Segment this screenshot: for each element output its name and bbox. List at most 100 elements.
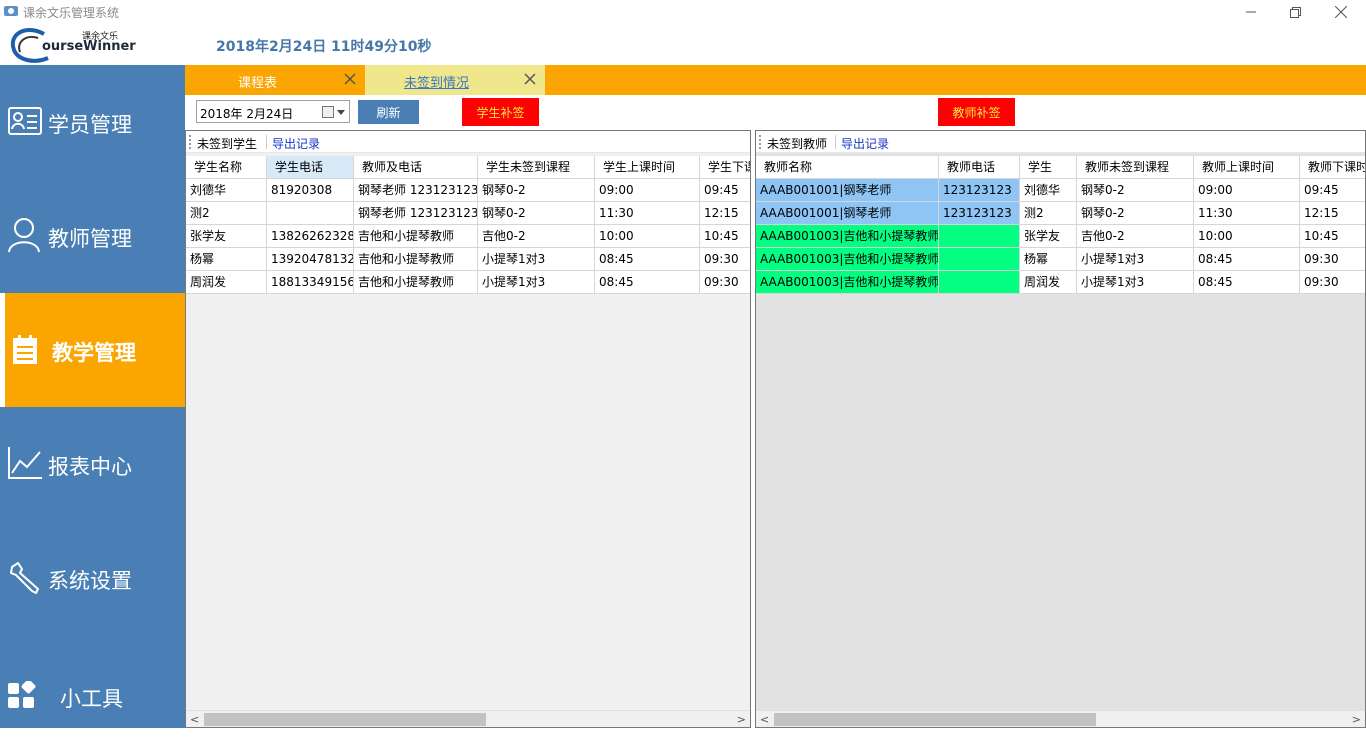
cell-end-time: 09:30 xyxy=(1300,271,1365,294)
table-row[interactable]: 杨幂 13920478132 吉他和小提琴教师 小提琴1对3 08:45 09:… xyxy=(186,248,750,271)
table-row[interactable]: AAAB001003|吉他和小提琴教师 周润发 小提琴1对3 08:45 09:… xyxy=(756,271,1365,294)
panel-toolbar: 未签到学生 导出记录 xyxy=(186,131,750,153)
student-signin-button[interactable]: 学生补签 xyxy=(462,98,539,126)
cell-start-time: 08:45 xyxy=(595,271,700,294)
cell-teacher: 吉他和小提琴教师 xyxy=(354,225,478,248)
cell-end-time: 09:45 xyxy=(1300,179,1365,202)
table-row[interactable]: AAAB001001|钢琴老师 123123123 测2 钢琴0-2 11:30… xyxy=(756,202,1365,225)
horizontal-scrollbar[interactable]: < > xyxy=(756,710,1365,727)
cell-teacher-name: AAAB001001|钢琴老师 xyxy=(756,179,939,202)
sidebar-item-label: 报表中心 xyxy=(48,455,132,479)
cell-teacher-phone xyxy=(939,248,1020,271)
cell-end-time: 12:15 xyxy=(700,202,750,225)
cell-end-time: 12:15 xyxy=(1300,202,1365,225)
column-header[interactable]: 教师上课时间 xyxy=(1194,156,1300,179)
cell-teacher-phone: 123123123 xyxy=(939,179,1020,202)
tab-schedule[interactable]: 课程表 xyxy=(185,65,365,95)
column-header[interactable]: 教师及电话 xyxy=(354,156,478,179)
cell-teacher: 钢琴老师 123123123 xyxy=(354,202,478,225)
column-header[interactable]: 教师名称 xyxy=(756,156,939,179)
id-card-icon xyxy=(8,107,42,135)
cell-student-name: 张学友 xyxy=(186,225,267,248)
column-header[interactable]: 学生下课 xyxy=(700,156,750,179)
date-picker[interactable]: 2018年 2月24日 xyxy=(196,100,350,123)
cell-teacher-name: AAAB001003|吉他和小提琴教师 xyxy=(756,248,939,271)
cell-teacher-name: AAAB001003|吉他和小提琴教师 xyxy=(756,271,939,294)
table-row[interactable]: 张学友 13826262328 吉他和小提琴教师 吉他0-2 10:00 10:… xyxy=(186,225,750,248)
clipboard-icon xyxy=(13,335,37,364)
column-header[interactable]: 学生未签到课程 xyxy=(478,156,595,179)
panel-title: 未签到教师 xyxy=(767,137,828,151)
cell-student: 杨幂 xyxy=(1020,248,1077,271)
sidebar-item-students[interactable]: 学员管理 xyxy=(0,65,185,179)
column-header[interactable]: 学生上课时间 xyxy=(595,156,700,179)
minimize-icon xyxy=(1246,11,1256,13)
cell-end-time: 09:45 xyxy=(700,179,750,202)
cell-student-name: 刘德华 xyxy=(186,179,267,202)
table-row[interactable]: 周润发 18813349156 吉他和小提琴教师 小提琴1对3 08:45 09… xyxy=(186,271,750,294)
table-row[interactable]: AAAB001003|吉他和小提琴教师 杨幂 小提琴1对3 08:45 09:3… xyxy=(756,248,1365,271)
cell-end-time: 09:30 xyxy=(700,271,750,294)
refresh-button[interactable]: 刷新 xyxy=(358,100,419,124)
tab-label: 课程表 xyxy=(238,76,278,91)
scroll-right-icon[interactable]: > xyxy=(1352,713,1361,726)
close-icon[interactable] xyxy=(343,72,357,86)
cell-course: 吉他0-2 xyxy=(478,225,595,248)
table-header-row: 教师名称 教师电话 学生 教师未签到课程 教师上课时间 教师下课时 xyxy=(756,156,1365,179)
cell-course: 钢琴0-2 xyxy=(478,179,595,202)
cell-student-phone xyxy=(267,202,354,225)
export-link[interactable]: 导出记录 xyxy=(272,135,320,152)
table-row[interactable]: AAAB001003|吉他和小提琴教师 张学友 吉他0-2 10:00 10:4… xyxy=(756,225,1365,248)
cell-teacher-name: AAAB001003|吉他和小提琴教师 xyxy=(756,225,939,248)
close-icon[interactable] xyxy=(523,72,537,86)
cell-student: 周润发 xyxy=(1020,271,1077,294)
cell-student-name: 测2 xyxy=(186,202,267,225)
table-row[interactable]: AAAB001001|钢琴老师 123123123 刘德华 钢琴0-2 09:0… xyxy=(756,179,1365,202)
cell-teacher-phone xyxy=(939,225,1020,248)
column-header[interactable]: 学生 xyxy=(1020,156,1077,179)
sidebar-item-teachers[interactable]: 教师管理 xyxy=(0,179,185,293)
close-button[interactable] xyxy=(1318,2,1364,22)
header: 课余文乐 ourseWinner 2018年2月24日 11时49分10秒 xyxy=(0,24,1366,65)
column-header[interactable]: 教师电话 xyxy=(939,156,1020,179)
grip-handle[interactable] xyxy=(189,135,191,149)
close-icon xyxy=(1335,6,1347,18)
scroll-right-icon[interactable]: > xyxy=(737,713,746,726)
minimize-button[interactable] xyxy=(1228,2,1274,22)
horizontal-scrollbar[interactable]: < > xyxy=(186,710,750,727)
restore-button[interactable] xyxy=(1272,2,1318,22)
scroll-thumb[interactable] xyxy=(774,713,1096,726)
unsigned-teachers-panel: 未签到教师 导出记录 教师名称 教师电话 学生 教师未签到课程 教师上课时间 教… xyxy=(755,130,1366,728)
column-header[interactable]: 教师下课时 xyxy=(1300,156,1365,179)
scroll-left-icon[interactable]: < xyxy=(760,713,769,726)
column-header[interactable]: 学生电话 xyxy=(267,156,354,179)
chevron-down-icon[interactable] xyxy=(337,110,345,115)
scroll-thumb[interactable] xyxy=(204,713,486,726)
sidebar-item-settings[interactable]: 系统设置 xyxy=(0,521,185,635)
cell-teacher-phone: 123123123 xyxy=(939,202,1020,225)
column-header[interactable]: 学生名称 xyxy=(186,156,267,179)
teacher-signin-button[interactable]: 教师补签 xyxy=(938,98,1015,126)
logo: 课余文乐 ourseWinner xyxy=(8,26,136,64)
tab-unsigned[interactable]: 未签到情况 xyxy=(365,65,545,95)
cell-course: 小提琴1对3 xyxy=(1077,248,1194,271)
tab-label: 未签到情况 xyxy=(404,76,470,91)
unsigned-students-panel: 未签到学生 导出记录 学生名称 学生电话 教师及电话 学生未签到课程 学生上课时… xyxy=(185,130,751,728)
sidebar-item-teaching[interactable]: 教学管理 xyxy=(0,293,185,407)
scroll-left-icon[interactable]: < xyxy=(190,713,199,726)
teachers-table: 教师名称 教师电话 学生 教师未签到课程 教师上课时间 教师下课时 AAAB00… xyxy=(756,156,1365,710)
export-link[interactable]: 导出记录 xyxy=(841,135,889,152)
table-row[interactable]: 刘德华 81920308 钢琴老师 123123123 钢琴0-2 09:00 … xyxy=(186,179,750,202)
sidebar-item-tools[interactable]: 小工具 xyxy=(0,635,185,749)
cell-end-time: 09:30 xyxy=(1300,248,1365,271)
cell-start-time: 09:00 xyxy=(1194,179,1300,202)
table-row[interactable]: 测2 钢琴老师 123123123 钢琴0-2 11:30 12:15 xyxy=(186,202,750,225)
panel-toolbar: 未签到教师 导出记录 xyxy=(756,131,1365,153)
sidebar-item-reports[interactable]: 报表中心 xyxy=(0,407,185,521)
table-header-row: 学生名称 学生电话 教师及电话 学生未签到课程 学生上课时间 学生下课 xyxy=(186,156,750,179)
calendar-icon[interactable] xyxy=(322,106,334,118)
grip-handle[interactable] xyxy=(759,135,761,149)
cell-start-time: 08:45 xyxy=(1194,248,1300,271)
cell-teacher-phone xyxy=(939,271,1020,294)
column-header[interactable]: 教师未签到课程 xyxy=(1077,156,1194,179)
